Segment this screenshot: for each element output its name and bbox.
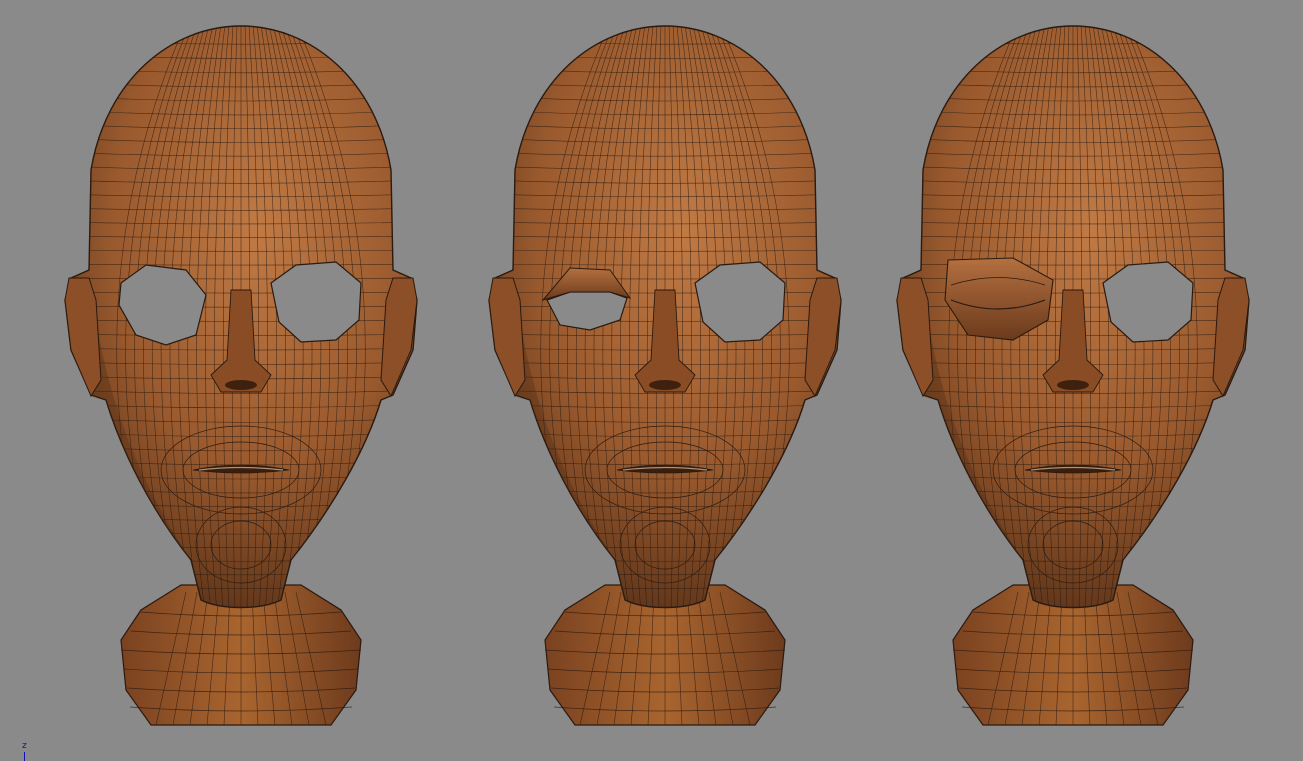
head-mesh-closed-eye[interactable] <box>893 20 1253 726</box>
z-axis-label: z <box>22 741 27 751</box>
z-axis-line <box>24 752 25 761</box>
3d-viewport[interactable]: z <box>0 0 1303 761</box>
head-mesh-half-closed-eye[interactable] <box>485 20 845 726</box>
scene-canvas[interactable] <box>0 0 1303 761</box>
head-mesh-open-eyes[interactable] <box>61 20 421 726</box>
axis-gizmo: z <box>18 741 36 761</box>
